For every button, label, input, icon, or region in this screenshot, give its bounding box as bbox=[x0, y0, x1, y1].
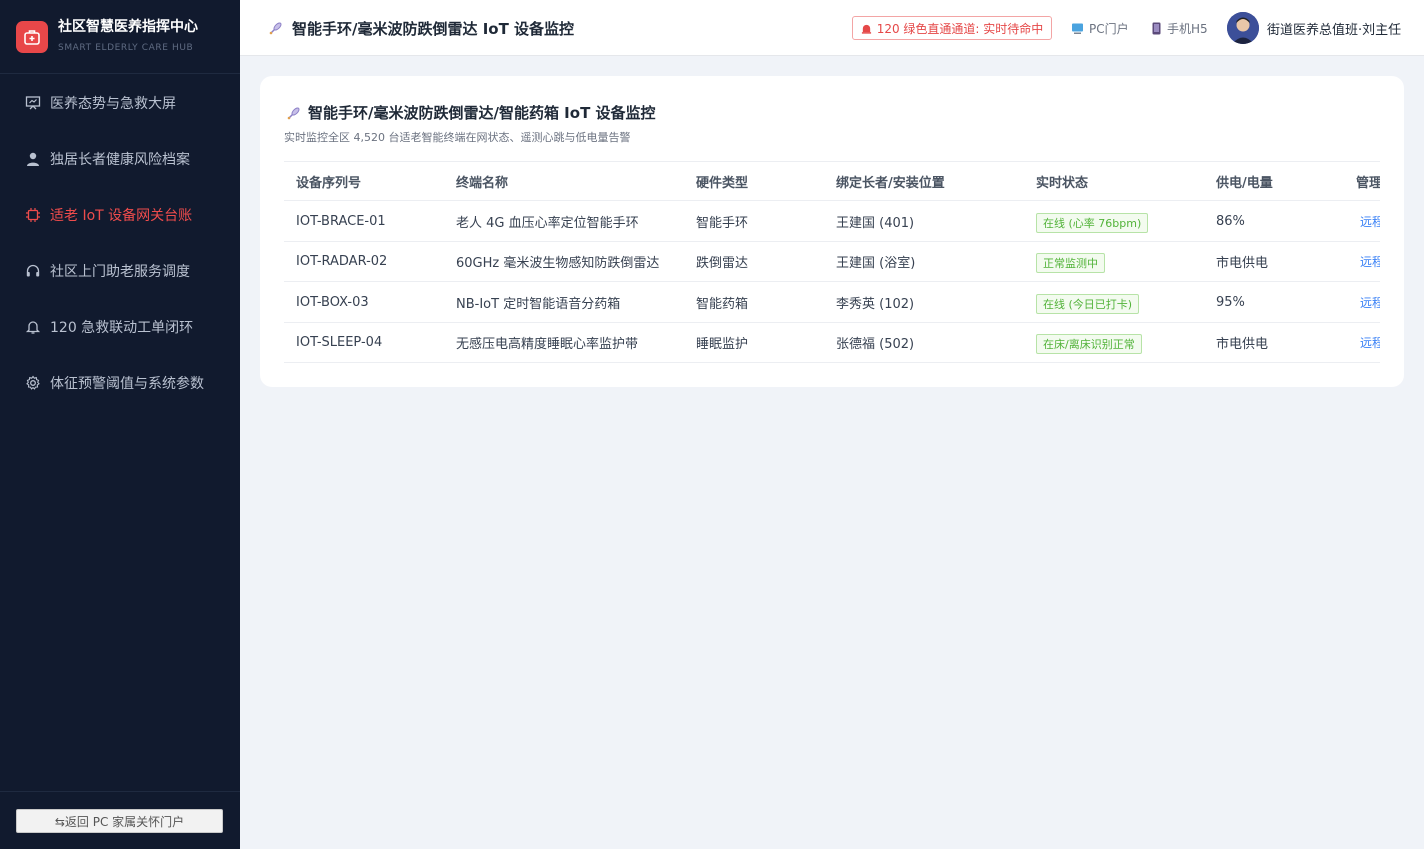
iot-device-card: 智能手环/毫米波防跌倒雷达/智能药箱 IoT 设备监控 实时监控全区 4,520… bbox=[260, 76, 1404, 387]
sidebar: 社区智慧医养指挥中心 SMART ELDERLY CARE HUB 医养态势与急… bbox=[0, 0, 240, 849]
column-header: 管理 bbox=[1356, 175, 1380, 191]
device-type: 睡眠监护 bbox=[696, 337, 749, 352]
column-header: 绑定长者/安装位置 bbox=[836, 175, 945, 191]
card-subtitle: 实时监控全区 4,520 台适老智能终端在网状态、遥测心跳与低电量告警 bbox=[284, 131, 631, 144]
remote-action-link[interactable]: 远程 bbox=[1360, 294, 1380, 311]
device-name: 老人 4G 血压心率定位智能手环 bbox=[456, 215, 639, 231]
table-row: IOT-RADAR-02 60GHz 毫米波生物感知防跌倒雷达 跌倒雷达 王建国… bbox=[284, 242, 1380, 282]
device-name: 60GHz 毫米波生物感知防跌倒雷达 bbox=[456, 256, 660, 271]
table-row: IOT-BRACE-01 老人 4G 血压心率定位智能手环 智能手环 王建国 (… bbox=[284, 201, 1380, 242]
card-title: 智能手环/毫米波防跌倒雷达/智能药箱 IoT 设备监控 bbox=[308, 104, 656, 122]
status-badge: 在线 (心率 76bpm) bbox=[1036, 212, 1149, 233]
sidebar-item-health-records[interactable]: 独居长者健康风险档案 bbox=[0, 131, 240, 187]
device-power: 86% bbox=[1216, 213, 1245, 229]
remote-action-link[interactable]: 远程 bbox=[1360, 213, 1380, 230]
sidebar-nav: 医养态势与急救大屏 独居长者健康风险档案 适老 IoT 设备网关台账 社区上门助… bbox=[0, 75, 240, 411]
sidebar-item-service-dispatch[interactable]: 社区上门助老服务调度 bbox=[0, 243, 240, 299]
page-title-wrap: 智能手环/毫米波防跌倒雷达 IoT 设备监控 bbox=[268, 0, 574, 56]
device-type: 跌倒雷达 bbox=[696, 256, 749, 271]
brand-title: 社区智慧医养指挥中心 bbox=[58, 19, 198, 35]
device-name: NB-IoT 定时智能语音分药箱 bbox=[456, 296, 621, 312]
emergency-status-badge[interactable]: 120 绿色直通通道: 实时待命中 bbox=[852, 16, 1052, 40]
column-header: 终端名称 bbox=[456, 175, 509, 191]
pc-portal-link[interactable]: PC门户 bbox=[1071, 0, 1129, 56]
sidebar-item-settings[interactable]: 体征预警阈值与系统参数 bbox=[0, 355, 240, 411]
gear-icon bbox=[24, 375, 41, 392]
device-power: 市电供电 bbox=[1216, 256, 1269, 271]
remote-action-link[interactable]: 远程 bbox=[1360, 253, 1380, 270]
column-header: 供电/电量 bbox=[1216, 175, 1273, 191]
status-badge: 正常监测中 bbox=[1036, 253, 1105, 273]
chip-icon bbox=[24, 207, 41, 224]
table-row: IOT-SLEEP-04 无感压电高精度睡眠心率监护带 睡眠监护 张德福 (50… bbox=[284, 323, 1380, 363]
emergency-status-text: 120 绿色直通通道: 实时待命中 bbox=[876, 21, 1044, 36]
mobile-h5-link[interactable]: 手机H5 bbox=[1151, 0, 1208, 56]
device-binding: 张德福 (502) bbox=[836, 337, 915, 352]
sidebar-item-iot-gateway[interactable]: 适老 IoT 设备网关台账 bbox=[0, 187, 240, 243]
column-header: 设备序列号 bbox=[296, 175, 362, 191]
column-header: 实时状态 bbox=[1036, 175, 1089, 191]
mobile-phone-icon bbox=[1151, 22, 1162, 35]
remote-action-link[interactable]: 远程 bbox=[1360, 334, 1380, 351]
status-badge: 在床/离床识别正常 bbox=[1036, 334, 1142, 354]
mobile-h5-label: 手机H5 bbox=[1167, 21, 1208, 36]
sidebar-item-label: 体征预警阈值与系统参数 bbox=[50, 376, 204, 392]
user-icon bbox=[24, 151, 41, 168]
table-row: IOT-BOX-03 NB-IoT 定时智能语音分药箱 智能药箱 李秀英 (10… bbox=[284, 282, 1380, 323]
satellite-icon bbox=[286, 105, 302, 121]
brand: 社区智慧医养指挥中心 SMART ELDERLY CARE HUB bbox=[0, 0, 240, 74]
computer-icon bbox=[1071, 22, 1084, 35]
sidebar-item-label: 适老 IoT 设备网关台账 bbox=[50, 208, 193, 224]
device-serial: IOT-BOX-03 bbox=[296, 294, 369, 310]
device-type: 智能药箱 bbox=[696, 296, 749, 312]
device-binding: 李秀英 (102) bbox=[836, 296, 915, 312]
device-serial: IOT-RADAR-02 bbox=[296, 254, 388, 269]
sidebar-item-label: 社区上门助老服务调度 bbox=[50, 264, 190, 280]
device-name: 无感压电高精度睡眠心率监护带 bbox=[456, 337, 639, 352]
brand-subtitle: SMART ELDERLY CARE HUB bbox=[58, 43, 194, 53]
siren-icon bbox=[861, 23, 872, 34]
bell-icon bbox=[24, 319, 41, 336]
dashboard-icon bbox=[24, 95, 41, 112]
card-title-wrap: 智能手环/毫米波防跌倒雷达/智能药箱 IoT 设备监控 bbox=[286, 102, 656, 123]
headset-icon bbox=[24, 263, 41, 280]
device-serial: IOT-BRACE-01 bbox=[296, 213, 386, 229]
device-serial: IOT-SLEEP-04 bbox=[296, 335, 383, 350]
pc-portal-label: PC门户 bbox=[1089, 21, 1129, 36]
sidebar-item-label: 医养态势与急救大屏 bbox=[50, 96, 176, 112]
sidebar-item-emergency-tickets[interactable]: 120 急救联动工单闭环 bbox=[0, 299, 240, 355]
medical-kit-icon bbox=[16, 20, 48, 53]
sidebar-item-dashboard[interactable]: 医养态势与急救大屏 bbox=[0, 75, 240, 131]
device-binding: 王建国 (浴室) bbox=[836, 256, 916, 271]
device-power: 95% bbox=[1216, 294, 1245, 310]
device-table: 设备序列号 终端名称 硬件类型 绑定长者/安装位置 实时状态 供电/电量 管理 … bbox=[284, 161, 1380, 364]
sidebar-footer: ⇆返回 PC 家属关怀门户 bbox=[0, 791, 240, 849]
top-header: 智能手环/毫米波防跌倒雷达 IoT 设备监控 120 绿色直通通道: 实时待命中… bbox=[240, 0, 1424, 56]
satellite-icon bbox=[268, 20, 284, 36]
page-title: 智能手环/毫米波防跌倒雷达 IoT 设备监控 bbox=[292, 19, 575, 38]
table-header-row: 设备序列号 终端名称 硬件类型 绑定长者/安装位置 实时状态 供电/电量 管理 bbox=[284, 161, 1380, 201]
sidebar-item-label: 独居长者健康风险档案 bbox=[50, 152, 190, 168]
column-header: 硬件类型 bbox=[696, 175, 749, 191]
avatar[interactable] bbox=[1227, 12, 1259, 44]
sidebar-item-label: 120 急救联动工单闭环 bbox=[50, 320, 194, 336]
user-name[interactable]: 街道医养总值班·刘主任 bbox=[1267, 0, 1401, 56]
back-to-family-portal-button[interactable]: ⇆返回 PC 家属关怀门户 bbox=[16, 809, 223, 833]
device-type: 智能手环 bbox=[696, 215, 749, 231]
status-badge: 在线 (今日已打卡) bbox=[1036, 293, 1140, 314]
device-power: 市电供电 bbox=[1216, 337, 1269, 352]
device-binding: 王建国 (401) bbox=[836, 215, 915, 231]
